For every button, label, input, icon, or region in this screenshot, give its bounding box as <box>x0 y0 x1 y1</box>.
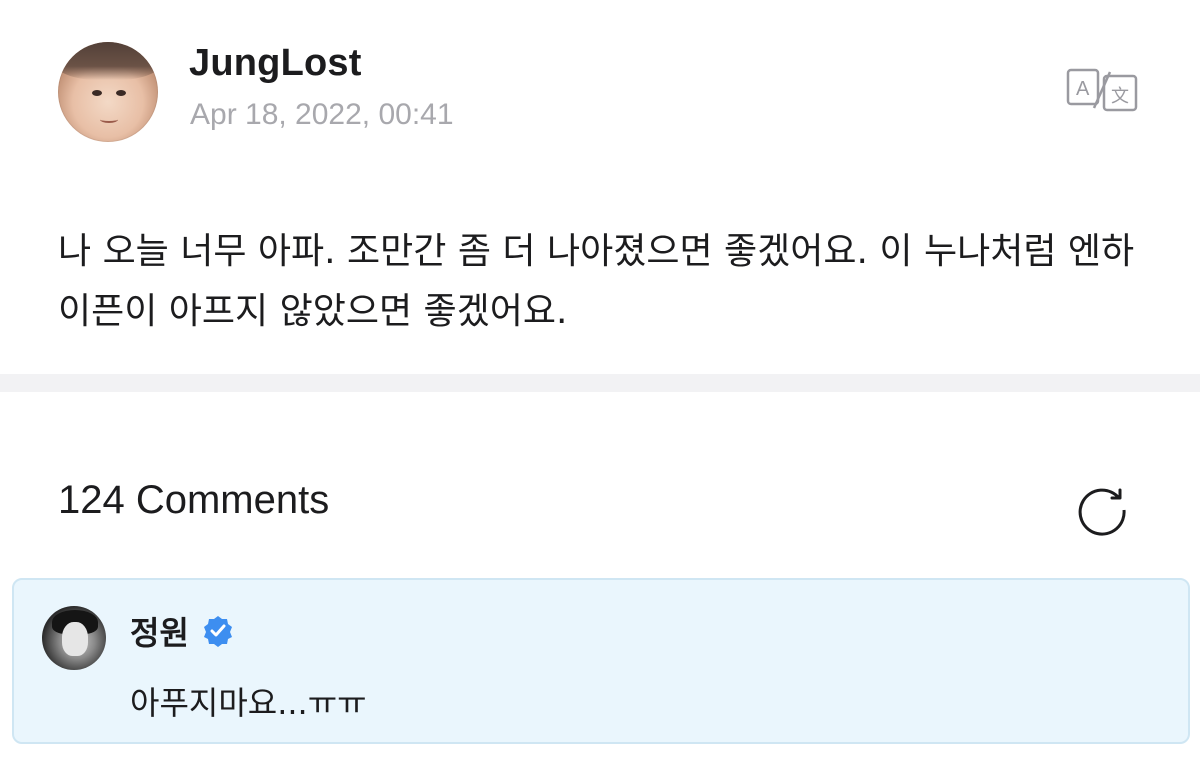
avatar-eye-left <box>92 90 102 96</box>
avatar-hair <box>58 42 158 80</box>
comment-card[interactable]: 정원 아푸지마요...ㅠㅠ <box>12 578 1190 744</box>
refresh-icon <box>1078 488 1126 536</box>
translate-icon: A 文 <box>1066 68 1138 112</box>
avatar-eye-right <box>116 90 126 96</box>
comment-text: 아푸지마요...ㅠㅠ <box>130 684 367 722</box>
refresh-button[interactable] <box>1072 476 1132 536</box>
comments-count: 124 Comments <box>58 478 330 522</box>
comment-author-name[interactable]: 정원 <box>130 608 189 654</box>
svg-text:A: A <box>1076 78 1090 100</box>
post-author-name[interactable]: JungLost <box>189 42 362 85</box>
comment-author: 정원 <box>130 608 235 654</box>
svg-text:文: 文 <box>1111 86 1129 107</box>
post: JungLost Apr 18, 2022, 00:41 A 文 나 오늘 너무… <box>0 0 1200 374</box>
avatar-mouth <box>100 116 118 123</box>
comments-header: 124 Comments <box>0 392 1200 580</box>
translate-button[interactable]: A 文 <box>1066 66 1138 112</box>
verified-badge-icon <box>201 614 235 648</box>
post-body: 나 오늘 너무 아파. 조만간 좀 더 나아졌으면 좋겠어요. 이 누나처럼 엔… <box>58 231 1135 332</box>
author-avatar[interactable] <box>58 42 158 142</box>
comment-author-avatar[interactable] <box>42 606 106 670</box>
avatar-face <box>62 622 88 656</box>
section-divider <box>0 374 1200 392</box>
post-timestamp: Apr 18, 2022, 00:41 <box>190 98 454 131</box>
